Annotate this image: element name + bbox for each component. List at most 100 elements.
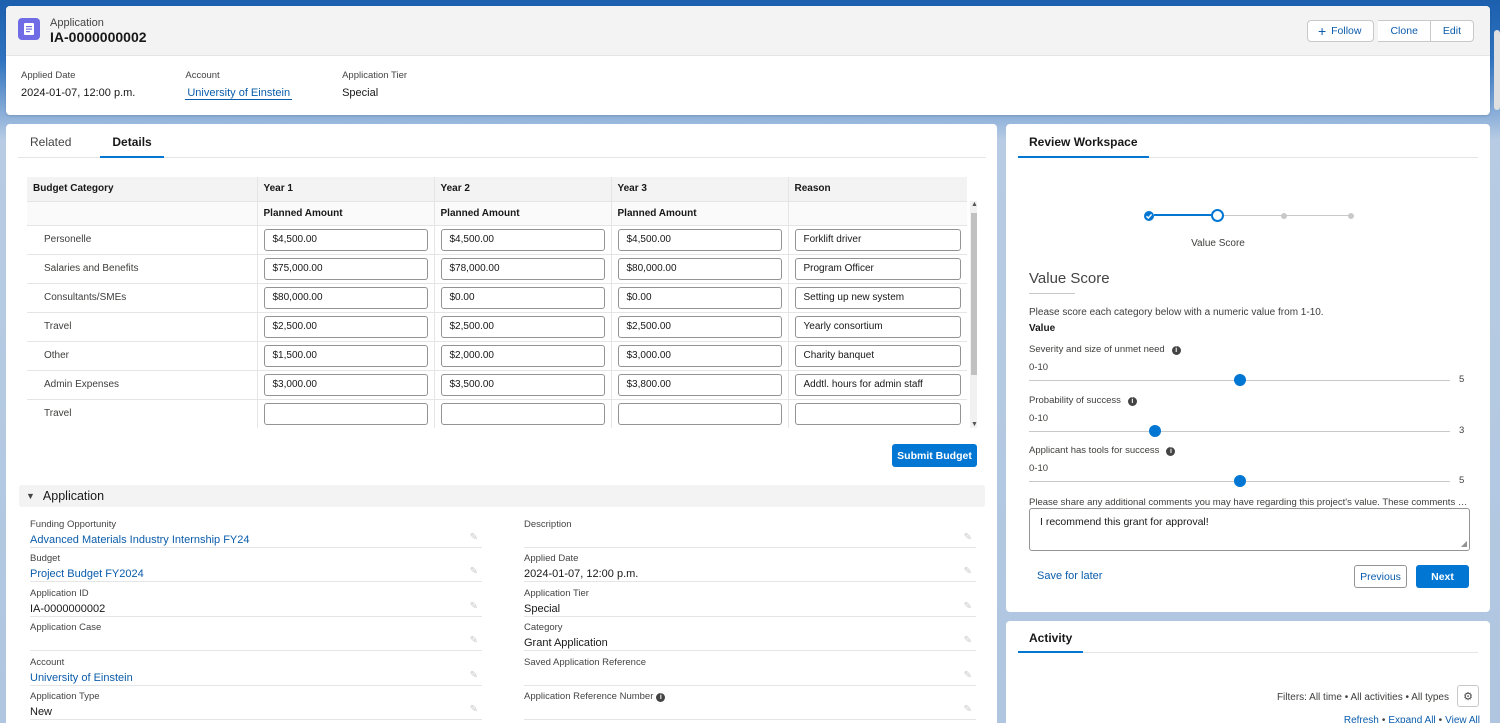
highlight-application-tier: Application Tier Special: [342, 70, 408, 99]
reason-input[interactable]: Addtl. hours for admin staff: [794, 373, 961, 396]
score-question-label: Applicant has tools for success i: [1029, 445, 1176, 456]
pencil-edit-icon[interactable]: ✎: [964, 532, 972, 543]
pencil-edit-icon[interactable]: ✎: [470, 635, 478, 646]
score-slider-thumb[interactable]: [1233, 475, 1246, 487]
planned-amount-input[interactable]: $3,500.00: [440, 373, 605, 396]
field-value: New: [30, 706, 53, 718]
planned-amount-input[interactable]: $4,500.00: [440, 228, 605, 251]
resize-grip-icon[interactable]: ◢: [1461, 539, 1467, 548]
pencil-edit-icon[interactable]: ✎: [470, 601, 478, 612]
gear-icon[interactable]: ⚙: [1457, 685, 1479, 707]
application-section-header[interactable]: ▼ Application: [19, 485, 985, 507]
save-for-later-link[interactable]: Save for later: [1037, 570, 1102, 582]
planned-amount-input[interactable]: [263, 402, 428, 425]
score-slider-track[interactable]: [1029, 431, 1450, 432]
next-button[interactable]: Next: [1416, 565, 1469, 588]
submit-budget-button[interactable]: Submit Budget: [892, 444, 977, 467]
scroll-thumb[interactable]: [971, 213, 977, 375]
info-icon[interactable]: i: [1127, 397, 1137, 406]
field-value-link[interactable]: Project Budget FY2024: [30, 568, 144, 580]
progress-line-complete: [1154, 214, 1216, 216]
pencil-edit-icon[interactable]: ✎: [470, 566, 478, 577]
planned-amount-input[interactable]: $3,000.00: [263, 373, 428, 396]
expand-all-link[interactable]: Expand All: [1388, 715, 1435, 723]
planned-amount-input[interactable]: $4,500.00: [617, 228, 782, 251]
scroll-up-arrow-icon[interactable]: ▲: [971, 201, 977, 208]
activity-links: Refresh • Expand All • View All: [1344, 715, 1480, 723]
budget-scrollbar[interactable]: ▲ ▼: [970, 201, 977, 428]
scroll-down-arrow-icon[interactable]: ▼: [971, 421, 977, 428]
step-current-icon[interactable]: [1211, 209, 1224, 222]
pencil-edit-icon[interactable]: ✎: [964, 704, 972, 715]
planned-amount-input[interactable]: $0.00: [617, 286, 782, 309]
edit-button[interactable]: Edit: [1430, 20, 1474, 42]
pencil-edit-icon[interactable]: ✎: [964, 566, 972, 577]
planned-amount-input[interactable]: $2,500.00: [263, 315, 428, 338]
reason-input[interactable]: Yearly consortium: [794, 315, 961, 338]
comments-label: Please share any additional comments you…: [1029, 497, 1469, 508]
budget-row: Other $1,500.00 $2,000.00 $3,000.00 Charity …: [27, 341, 967, 371]
planned-amount-input[interactable]: $2,500.00: [440, 315, 605, 338]
planned-amount-input[interactable]: $1,500.00: [263, 344, 428, 367]
account-link[interactable]: University of Einstein: [185, 87, 293, 100]
reason-input[interactable]: Forklift driver: [794, 228, 961, 251]
info-icon[interactable]: i: [656, 693, 666, 702]
planned-amount-input[interactable]: [440, 402, 605, 425]
info-icon[interactable]: i: [1171, 346, 1181, 355]
budget-cell: $80,000.00: [610, 254, 788, 284]
planned-amount-input[interactable]: $80,000.00: [617, 257, 782, 280]
field-value-link[interactable]: University of Einstein: [30, 672, 133, 684]
tab-details[interactable]: Details: [100, 124, 164, 158]
reason-input[interactable]: [794, 402, 961, 425]
pencil-edit-icon[interactable]: ✎: [964, 635, 972, 646]
column-header-year-1: Year 1: [256, 177, 434, 202]
previous-button[interactable]: Previous: [1354, 565, 1407, 588]
subheader-planned-amount: Planned Amount: [433, 201, 611, 226]
step-pending-icon[interactable]: [1348, 213, 1354, 219]
field-label: Application Type: [30, 691, 100, 702]
field-label: Budget: [30, 553, 61, 564]
score-range-label: 0-10: [1029, 463, 1049, 474]
planned-amount-input[interactable]: $75,000.00: [263, 257, 428, 280]
reason-input[interactable]: Program Officer: [794, 257, 961, 280]
score-range-label: 0-10: [1029, 362, 1049, 373]
pencil-edit-icon[interactable]: ✎: [470, 704, 478, 715]
page-scrollbar[interactable]: [1494, 30, 1500, 110]
budget-cell: $3,000.00: [610, 341, 788, 371]
info-icon[interactable]: i: [1166, 447, 1176, 456]
pencil-edit-icon[interactable]: ✎: [470, 532, 478, 543]
pencil-edit-icon[interactable]: ✎: [470, 670, 478, 681]
planned-amount-input[interactable]: $0.00: [440, 286, 605, 309]
tab-activity[interactable]: Activity: [1018, 621, 1084, 653]
planned-amount-input[interactable]: $78,000.00: [440, 257, 605, 280]
planned-amount-input[interactable]: $4,500.00: [263, 228, 428, 251]
planned-amount-input[interactable]: $3,000.00: [617, 344, 782, 367]
details-card: Related Details Budget Category Year 1 Y…: [6, 124, 997, 723]
reason-input[interactable]: Setting up new system: [794, 286, 961, 309]
planned-amount-input[interactable]: $2,500.00: [617, 315, 782, 338]
follow-button[interactable]: + Follow: [1306, 20, 1375, 42]
score-range-label: 0-10: [1029, 413, 1049, 424]
score-slider-thumb[interactable]: [1233, 374, 1246, 386]
budget-cell: $78,000.00: [433, 254, 611, 284]
pencil-edit-icon[interactable]: ✎: [964, 670, 972, 681]
score-slider-thumb[interactable]: [1149, 425, 1162, 437]
refresh-link[interactable]: Refresh: [1344, 715, 1379, 723]
tab-related[interactable]: Related: [18, 124, 83, 158]
field-value-link[interactable]: Advanced Materials Industry Internship F…: [30, 534, 250, 546]
reason-input[interactable]: Charity banquet: [794, 344, 961, 367]
step-pending-icon[interactable]: [1281, 213, 1287, 219]
comments-textarea[interactable]: I recommend this grant for approval! ◢: [1029, 508, 1470, 551]
planned-amount-input[interactable]: $80,000.00: [263, 286, 428, 309]
planned-amount-input[interactable]: $3,800.00: [617, 373, 782, 396]
record-header-top: Application IA-0000000002 + Follow Clone …: [6, 6, 1490, 56]
clone-button[interactable]: Clone: [1378, 20, 1431, 42]
view-all-link[interactable]: View All: [1445, 715, 1480, 723]
subheader-empty: [787, 201, 967, 226]
step-complete-icon[interactable]: [1144, 211, 1154, 221]
pencil-edit-icon[interactable]: ✎: [964, 601, 972, 612]
tab-review-workspace[interactable]: Review Workspace: [1018, 124, 1149, 158]
planned-amount-input[interactable]: [617, 402, 782, 425]
budget-category-label: Consultants/SMEs: [27, 283, 257, 313]
planned-amount-input[interactable]: $2,000.00: [440, 344, 605, 367]
